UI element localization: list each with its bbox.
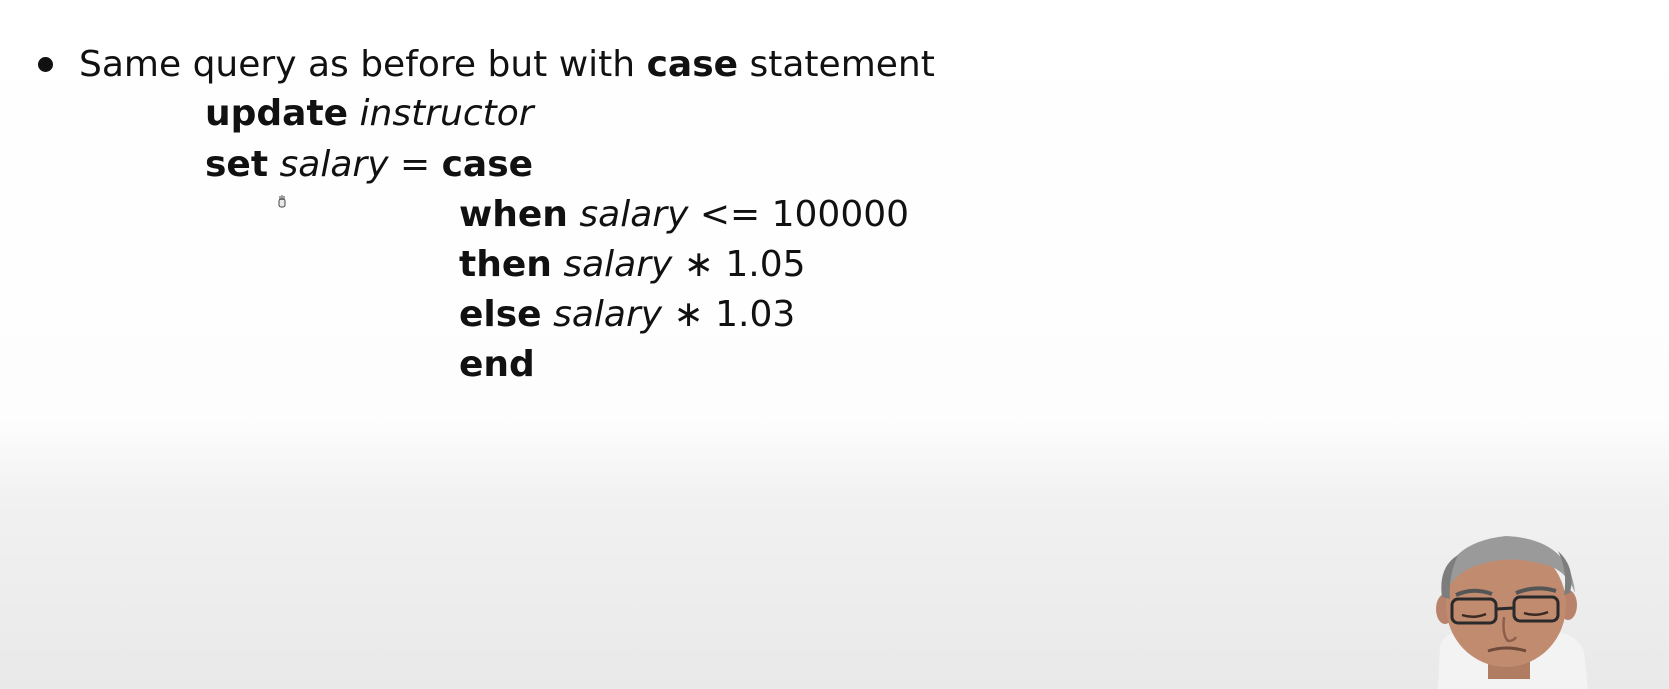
equals-operator: =	[399, 144, 431, 185]
bullet-text-after: statement	[749, 44, 935, 85]
bullet-text: Same query as before but with case state…	[79, 43, 935, 87]
case-keyword: case	[441, 144, 534, 185]
multiplier-value: 1.03	[715, 294, 796, 335]
multiplier-value: 1.05	[725, 244, 806, 285]
multiply-operator: ∗	[683, 244, 714, 285]
multiply-operator: ∗	[673, 294, 704, 335]
code-line-set: set salary = case	[205, 143, 533, 187]
table-name: instructor	[359, 93, 534, 134]
bullet-text-before: Same query as before but with	[79, 44, 636, 85]
bullet-keyword: case	[646, 44, 739, 85]
else-keyword: else	[459, 294, 542, 335]
hand-cursor-icon	[278, 195, 286, 208]
code-line-then: then salary ∗ 1.05	[459, 243, 806, 287]
then-keyword: then	[459, 244, 552, 285]
code-line-update: update instructor	[205, 92, 534, 136]
presenter-video-overlay	[1436, 536, 1588, 689]
slide: Same query as before but with case state…	[0, 0, 1669, 689]
bullet-icon	[38, 57, 53, 72]
column-name: salary	[579, 194, 689, 235]
code-line-when: when salary <= 100000	[459, 193, 909, 237]
column-name: salary	[563, 244, 673, 285]
column-name: salary	[279, 144, 389, 185]
code-line-else: else salary ∗ 1.03	[459, 293, 795, 337]
set-keyword: set	[205, 144, 269, 185]
threshold-value: 100000	[771, 194, 910, 235]
comparison-operator: <=	[699, 194, 761, 235]
column-name: salary	[553, 294, 663, 335]
update-keyword: update	[205, 93, 349, 134]
when-keyword: when	[459, 194, 568, 235]
end-keyword: end	[459, 344, 535, 385]
code-line-end: end	[459, 343, 535, 387]
